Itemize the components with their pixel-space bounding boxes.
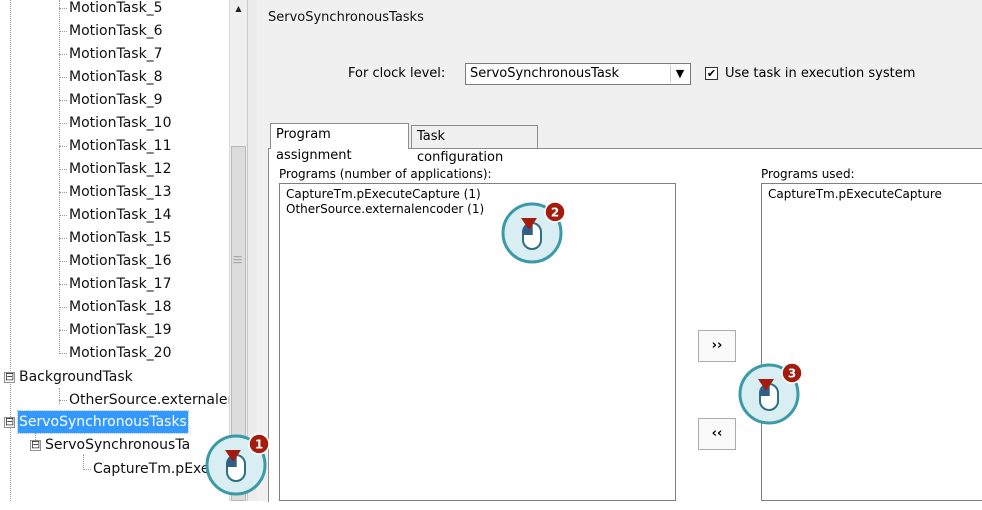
- tree-item-label: MotionTask_8: [69, 69, 163, 85]
- tree-connector-line: [59, 353, 67, 354]
- tree-connector-line: [59, 238, 67, 239]
- collapse-icon[interactable]: ⊟: [4, 371, 15, 383]
- tree-item-label: MotionTask_7: [69, 46, 163, 62]
- programs-used-label: Programs used:: [761, 167, 855, 181]
- task-configuration-panel: ServoSynchronousTasks For clock level: S…: [257, 0, 982, 502]
- tree-item-label: MotionTask_13: [69, 184, 172, 200]
- tree-item-label: MotionTask_5: [69, 0, 163, 16]
- tree-item-label: MotionTask_14: [69, 207, 172, 223]
- use-task-checkbox[interactable]: ✔: [705, 67, 718, 80]
- tree-item-label: OtherSource.externalen: [69, 392, 229, 408]
- panel-title: ServoSynchronousTasks: [268, 10, 424, 25]
- list-item[interactable]: CaptureTm.pExecuteCapture: [768, 187, 942, 201]
- list-item[interactable]: OtherSource.externalencoder (1): [286, 202, 484, 216]
- tab-program-assignment[interactable]: Program assignment: [270, 123, 409, 163]
- mouse-click-callout-1: 1: [205, 433, 270, 496]
- list-item[interactable]: CaptureTm.pExecuteCapture (1): [286, 187, 481, 201]
- tree-item-label: MotionTask_18: [69, 299, 172, 315]
- collapse-icon[interactable]: ⊟: [4, 416, 15, 428]
- tree-connector-line: [59, 192, 67, 193]
- tree-connector-line: [59, 388, 60, 404]
- mouse-click-callout-3: 3: [738, 362, 803, 425]
- tree-connector-line: [83, 469, 91, 470]
- scroll-grip-icon: — — —: [233, 252, 242, 268]
- tree-connector-line: [59, 400, 67, 401]
- tree-connector-line: [59, 169, 67, 170]
- project-tree[interactable]: MotionTask_5 MotionTask_6 MotionTask_7 M…: [0, 0, 229, 501]
- tree-connector-line: [59, 77, 67, 78]
- mouse-click-callout-2: 2: [501, 201, 566, 264]
- tree-item-label: MotionTask_15: [69, 230, 172, 246]
- tree-item-label-selected: ServoSynchronousTasks: [17, 410, 189, 434]
- callout-number: 2: [551, 206, 559, 220]
- tree-item-label: MotionTask_20: [69, 345, 172, 361]
- collapse-icon[interactable]: ⊟: [30, 439, 41, 451]
- programs-used-list[interactable]: CaptureTm.pExecuteCapture: [761, 183, 982, 501]
- callout-number: 1: [255, 438, 263, 452]
- callout-number: 3: [788, 367, 796, 381]
- clock-level-value: ServoSynchronousTask: [470, 66, 620, 81]
- programs-list[interactable]: CaptureTm.pExecuteCapture (1) OtherSourc…: [279, 183, 676, 501]
- tree-item-label: BackgroundTask: [19, 369, 133, 385]
- tree-item-label: MotionTask_11: [69, 138, 172, 154]
- tree-connector-line: [59, 146, 67, 147]
- tree-item-label: MotionTask_19: [69, 322, 172, 338]
- tree-item-label: ServoSynchronousTa: [45, 437, 191, 453]
- tree-connector-line: [59, 284, 67, 285]
- tree-item-label: MotionTask_10: [69, 115, 172, 131]
- tab-task-configuration[interactable]: Task configuration: [411, 125, 538, 165]
- tree-connector-line: [59, 215, 67, 216]
- tree-connector-line: [59, 8, 67, 9]
- tree-connector-line: [59, 54, 67, 55]
- tree-connector-line: [59, 307, 67, 308]
- clock-level-label: For clock level:: [348, 66, 446, 81]
- tree-connector-line: [59, 261, 67, 262]
- tree-item-label: MotionTask_17: [69, 276, 172, 292]
- programs-list-label: Programs (number of applications):: [279, 167, 492, 181]
- tree-item-label: MotionTask_9: [69, 92, 163, 108]
- tree-connector-line: [59, 31, 67, 32]
- clock-level-dropdown[interactable]: ServoSynchronousTask ▼: [465, 63, 691, 85]
- tree-item-label: MotionTask_12: [69, 161, 172, 177]
- tree-connector-line: [59, 123, 67, 124]
- tree-item-label: MotionTask_6: [69, 23, 163, 39]
- dropdown-arrow-icon[interactable]: ▼: [670, 65, 689, 83]
- tree-item-label: CaptureTm.pExe: [93, 461, 210, 477]
- tree-connector-line: [83, 454, 84, 470]
- tree-item-label: MotionTask_16: [69, 253, 172, 269]
- use-task-label: Use task in execution system: [725, 66, 916, 81]
- tree-connector-line: [59, 330, 67, 331]
- tree-connector-line: [59, 100, 67, 101]
- scroll-up-arrow-icon[interactable]: ▲: [231, 0, 246, 17]
